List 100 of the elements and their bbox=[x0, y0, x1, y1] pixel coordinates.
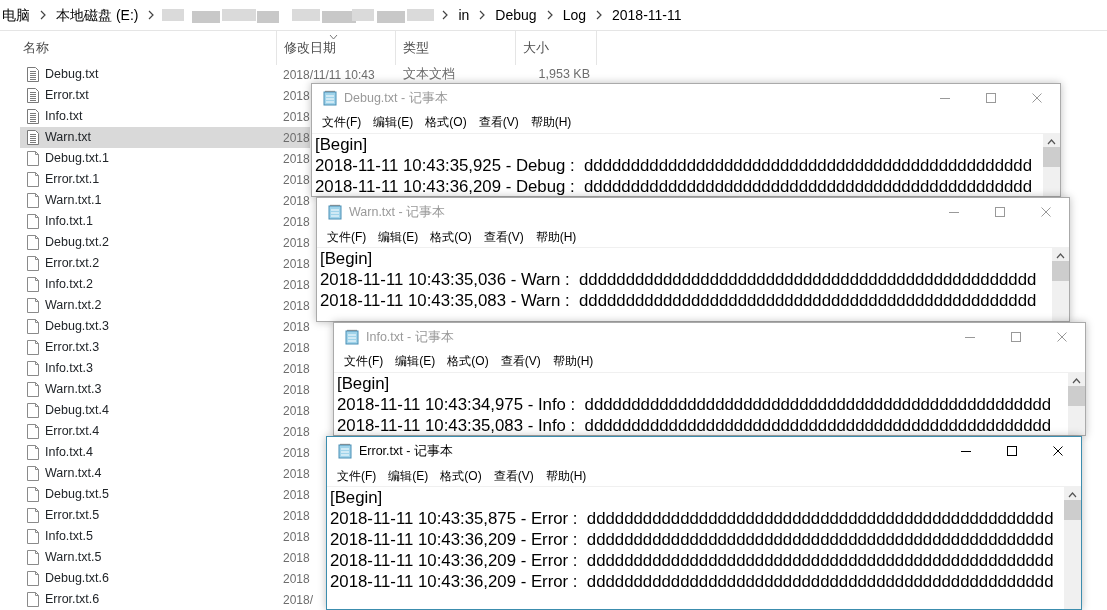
column-header[interactable]: 修改日期 bbox=[277, 30, 396, 65]
menu-item[interactable]: 查看(V) bbox=[494, 352, 547, 371]
modified-date: 2018 bbox=[283, 424, 310, 439]
menu-item[interactable]: 文件(F) bbox=[331, 466, 383, 485]
blank-file-icon bbox=[27, 361, 39, 376]
file-row[interactable]: Debug.txt.5 2018 bbox=[20, 484, 310, 505]
file-name: Error.txt.4 bbox=[45, 423, 100, 441]
scroll-thumb[interactable] bbox=[1064, 500, 1081, 520]
window-title: Error.txt - 记事本 bbox=[359, 442, 454, 460]
menu-item[interactable]: 格式(O) bbox=[441, 352, 495, 371]
file-row[interactable]: Warn.txt.5 2018 bbox=[20, 547, 310, 568]
file-row[interactable]: Warn.txt 2018 bbox=[20, 127, 310, 148]
scroll-thumb[interactable] bbox=[1052, 261, 1069, 281]
file-name: Debug.txt.4 bbox=[45, 402, 109, 420]
scrollbar[interactable] bbox=[1064, 486, 1081, 609]
menu-item[interactable]: 编辑(E) bbox=[382, 466, 435, 485]
file-name: Warn.txt.2 bbox=[45, 297, 102, 315]
text-line: 2018-11-11 10:43:34,975 - Info : dddddddddddddddddddddddddddddddddddddddddddddddddd bbox=[337, 393, 1053, 415]
file-row[interactable]: Debug.txt.3 2018 bbox=[20, 316, 310, 337]
blank-file-icon bbox=[27, 193, 39, 208]
file-name: Error.txt.6 bbox=[45, 591, 100, 609]
menu-item[interactable]: 编辑(E) bbox=[372, 227, 425, 246]
text-editor[interactable]: [Begin] 2018-11-11 10:43:34,975 - Info : dddddddddddddddddddddddddddddddddddddddddddddddddd 2018-11-11 10:43:35,083 - Info : dddddddddddddddddddddddddddddddddddddddddddddddddd bbox=[334, 371, 1068, 435]
file-row[interactable]: Debug.txt.4 2018 bbox=[20, 400, 310, 421]
menu-item[interactable]: 格式(O) bbox=[419, 113, 473, 132]
menu-item[interactable]: 查看(V) bbox=[487, 466, 540, 485]
menu-item[interactable]: 格式(O) bbox=[424, 227, 478, 246]
menu-item[interactable]: 帮助(H) bbox=[529, 227, 583, 246]
file-row[interactable]: Info.txt.4 2018 bbox=[20, 442, 310, 463]
file-row[interactable]: Info.txt.2 2018 bbox=[20, 274, 310, 295]
menu-item[interactable]: 查看(V) bbox=[477, 227, 530, 246]
modified-date: 2018 bbox=[283, 109, 310, 124]
menu-item[interactable]: 编辑(E) bbox=[367, 113, 420, 132]
file-row[interactable]: Error.txt.3 2018 bbox=[20, 337, 310, 358]
modified-date: 2018 bbox=[283, 571, 310, 586]
text-editor[interactable]: [Begin] 2018-11-11 10:43:35,925 - Debug : dddddddddddddddddddddddddddddddddddddddddddddddd 2018-11-11 10:43:36,209 - Debug : dddddddddddddddddddddddddddddddddddddddddddddddd bbox=[312, 132, 1043, 196]
breadcrumb-item[interactable]: 本地磁盘 (E:) bbox=[54, 4, 141, 26]
chevron-icon bbox=[595, 10, 603, 20]
file-row[interactable]: Debug.txt.6 2018 bbox=[20, 568, 310, 589]
scrollbar[interactable] bbox=[1052, 247, 1069, 321]
close-icon bbox=[1041, 207, 1051, 217]
file-row[interactable]: Info.txt.3 2018 bbox=[20, 358, 310, 379]
maximize-icon bbox=[986, 93, 996, 103]
file-row[interactable]: Error.txt 2018 bbox=[20, 85, 310, 106]
menu-item[interactable]: 帮助(H) bbox=[539, 466, 593, 485]
breadcrumb-item[interactable]: 2018-11-11 bbox=[610, 4, 684, 26]
menu-item[interactable]: 文件(F) bbox=[321, 227, 373, 246]
file-row[interactable]: Error.txt.2 2018 bbox=[20, 253, 310, 274]
modified-date: 2018 bbox=[283, 172, 310, 187]
file-row[interactable]: Warn.txt.2 2018 bbox=[20, 295, 310, 316]
menu-item[interactable]: 帮助(H) bbox=[546, 352, 600, 371]
blank-file-icon bbox=[27, 319, 39, 334]
file-row[interactable]: Warn.txt.4 2018 bbox=[20, 463, 310, 484]
column-header[interactable]: 类型 bbox=[396, 30, 516, 65]
text-line: 2018-11-11 10:43:36,209 - Error : dddddddddddddddddddddddddddddddddddddddddddddddddd bbox=[330, 571, 1055, 592]
breadcrumb-item[interactable]: Log bbox=[560, 4, 588, 26]
breadcrumb-item[interactable]: in bbox=[456, 4, 472, 26]
modified-date: 2018 bbox=[283, 508, 310, 523]
breadcrumb-item[interactable]: 电脑 bbox=[0, 4, 32, 26]
file-row[interactable]: Error.txt.1 2018 bbox=[20, 169, 310, 190]
file-row[interactable]: Error.txt.4 2018 bbox=[20, 421, 310, 442]
notepad-icon bbox=[337, 443, 353, 459]
text-editor[interactable] bbox=[327, 486, 1064, 609]
scroll-thumb[interactable] bbox=[1043, 146, 1060, 167]
column-header[interactable]: 大小 bbox=[516, 30, 597, 65]
column-header[interactable]: 名称 bbox=[16, 30, 277, 65]
file-row[interactable]: Error.txt.5 2018 bbox=[20, 505, 310, 526]
scrollbar[interactable] bbox=[1043, 132, 1060, 196]
file-row[interactable]: Error.txt.6 2018/ bbox=[20, 589, 314, 610]
file-row[interactable]: Warn.txt.3 2018 bbox=[20, 379, 310, 400]
file-row[interactable]: Info.txt.5 2018 bbox=[20, 526, 310, 547]
menu-item[interactable]: 文件(F) bbox=[316, 113, 368, 132]
text-line: 2018-11-11 10:43:35,083 - Info : dddddddddddddddddddddddddddddddddddddddddddddddddd bbox=[337, 414, 1053, 436]
scrollbar[interactable] bbox=[1068, 371, 1085, 435]
text-line: 2018-11-11 10:43:36,209 - Debug : dddddddddddddddddddddddddddddddddddddddddddddddd bbox=[315, 175, 1033, 197]
menu-item[interactable]: 格式(O) bbox=[434, 466, 488, 485]
scroll-thumb[interactable] bbox=[1068, 385, 1085, 406]
menu-item[interactable]: 文件(F) bbox=[338, 352, 390, 371]
menu-item[interactable]: 帮助(H) bbox=[524, 113, 578, 132]
file-name: Error.txt.1 bbox=[45, 171, 100, 189]
text-file-icon bbox=[27, 67, 39, 82]
breadcrumb-item[interactable]: Debug bbox=[493, 4, 539, 26]
menu-item[interactable]: 编辑(E) bbox=[389, 352, 442, 371]
modified-date: 2018 bbox=[283, 445, 310, 460]
file-row[interactable]: Debug.txt.1 2018 bbox=[20, 148, 310, 169]
scroll-up-icon bbox=[1072, 377, 1081, 384]
file-name: Error.txt.5 bbox=[45, 507, 100, 525]
modified-date: 2018 bbox=[283, 277, 310, 292]
text-editor[interactable]: [Begin] 2018-11-11 10:43:35,036 - Warn : ddddddddddddddddddddddddddddddddddddddddddddddddd 2018-11-11 10:43:35,083 - Warn : ddddddddddddddddddddddddddddddddddddddddddddddddd bbox=[317, 247, 1052, 321]
text-file-icon bbox=[27, 88, 39, 103]
file-name: Info.txt.1 bbox=[45, 213, 93, 231]
file-row[interactable]: Info.txt.1 2018 bbox=[20, 211, 310, 232]
chevron-icon bbox=[39, 10, 47, 20]
modified-date: 2018 bbox=[283, 550, 310, 565]
file-row[interactable]: Debug.txt 2018/11/11 10:43 文本文档 1,953 KB bbox=[20, 64, 590, 85]
file-row[interactable]: Debug.txt.2 2018 bbox=[20, 232, 310, 253]
blank-file-icon bbox=[27, 214, 39, 229]
menu-item[interactable]: 查看(V) bbox=[472, 113, 525, 132]
file-row[interactable]: Info.txt 2018 bbox=[20, 106, 310, 127]
file-row[interactable]: Warn.txt.1 2018 bbox=[20, 190, 310, 211]
